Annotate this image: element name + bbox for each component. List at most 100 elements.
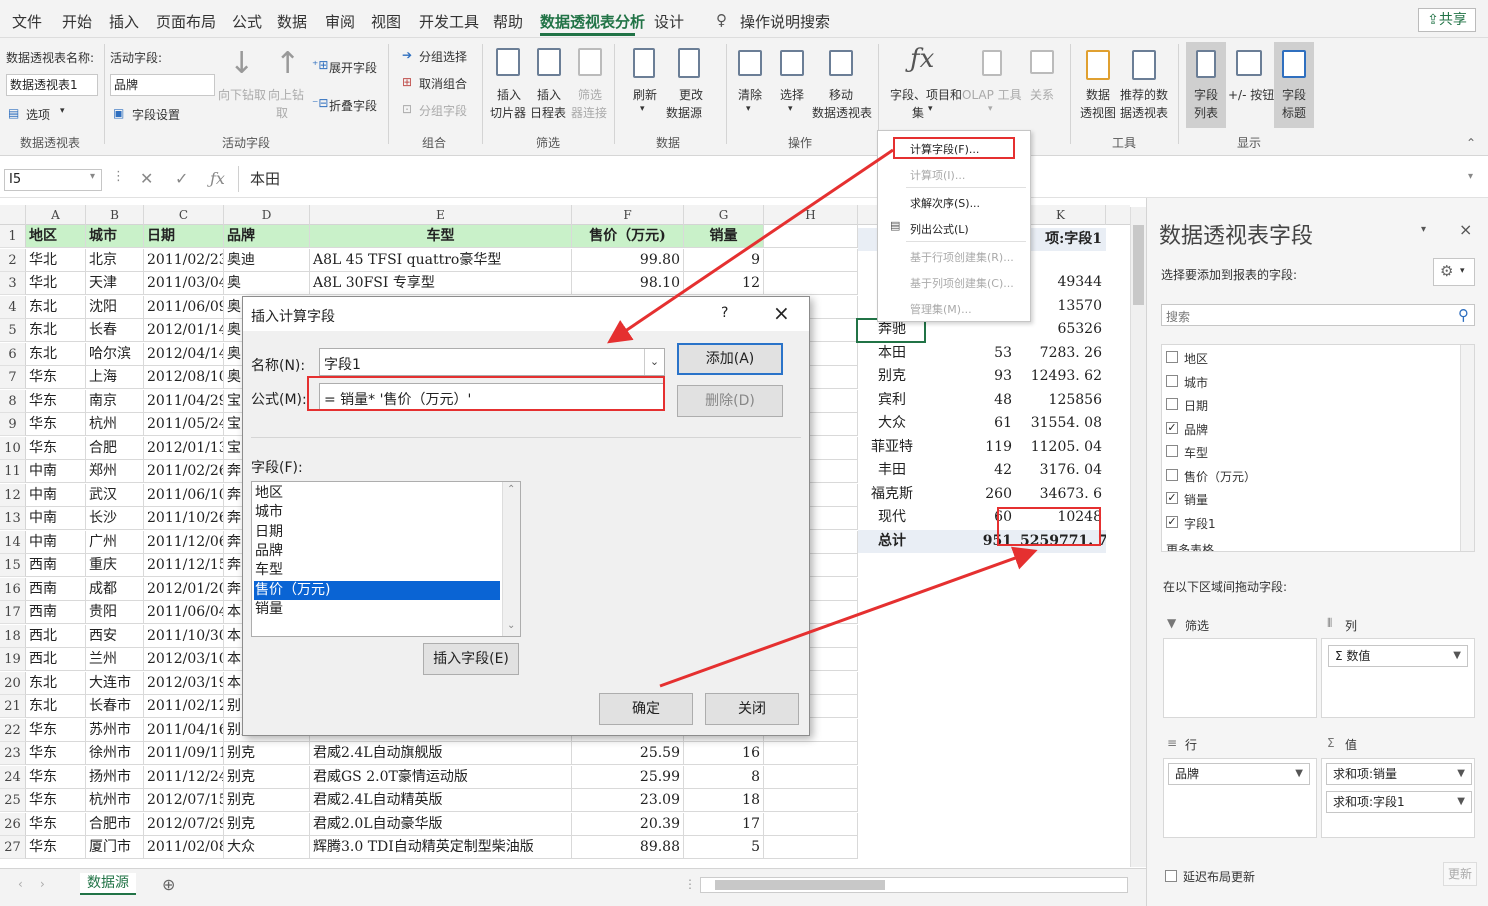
cell[interactable]: 天津 [86,272,144,295]
cell[interactable]: 合肥 [86,436,144,460]
pivot-row-qty[interactable]: 48 [926,389,1016,412]
cell[interactable]: 东北 [26,342,86,366]
pivot-row-sum[interactable]: 3176. 04 [1016,459,1106,482]
field-search-input[interactable]: 搜索 ⚲ [1161,304,1475,326]
cell[interactable]: 华东 [26,765,86,789]
relationships-button[interactable]: 关系 [1030,86,1054,103]
cell[interactable]: 成都 [86,577,144,601]
cell[interactable]: 华北 [26,272,86,295]
row-header[interactable]: 11 [0,460,26,483]
pivot-row-qty[interactable]: 60 [926,506,1016,529]
pivot-row-sum[interactable]: 12493. 62 [1016,365,1106,388]
row-header[interactable]: 6 [0,342,26,366]
cell[interactable]: 品牌 [224,225,310,248]
cell[interactable]: 华东 [26,718,86,742]
cell[interactable]: 2011/09/11 [144,742,224,765]
pivot-row-brand[interactable]: 宾利 [858,389,926,412]
cell[interactable]: 城市 [86,225,144,248]
column-header[interactable]: A [26,205,86,225]
share-button[interactable]: ⇪共享 [1418,8,1476,32]
cell[interactable]: 南京 [86,389,144,413]
scroll-up-icon[interactable]: ⌃ [507,484,515,495]
row-header[interactable]: 8 [0,389,26,413]
next-sheet-icon[interactable]: › [40,877,45,891]
pivot-row-sum[interactable]: 125856 [1016,389,1106,412]
field-checkbox[interactable]: ✓ [1166,515,1178,528]
cell[interactable]: A8L 30FSI 专享型 [310,272,572,295]
cell[interactable]: 25.59 [572,742,684,765]
cell[interactable]: 杭州市 [86,789,144,812]
cell[interactable]: 23.09 [572,789,684,812]
cell[interactable]: 合肥市 [86,812,144,836]
cell[interactable]: 华北 [26,248,86,272]
group-field-button[interactable]: 分组字段 [419,102,467,119]
drill-down-button[interactable]: 向下钻取 [218,86,266,103]
row-header[interactable]: 20 [0,671,26,695]
cell[interactable]: 西北 [26,648,86,671]
cell[interactable]: 2011/02/12 [144,695,224,718]
cell[interactable]: 君威2.0L自动豪华版 [310,812,572,836]
row-header[interactable]: 14 [0,530,26,554]
row-header[interactable]: 4 [0,295,26,319]
cell[interactable]: 日期 [144,225,224,248]
pivot-row-brand[interactable]: 丰田 [858,459,926,482]
column-header[interactable]: E [310,205,572,225]
cell[interactable]: 长春市 [86,695,144,718]
tab-page-layout[interactable]: 页面布局 [156,11,216,32]
pivot-row-sum[interactable]: 11205. 04 [1016,436,1106,459]
cell[interactable]: 2011/12/06 [144,530,224,554]
cell[interactable]: 89.88 [572,836,684,859]
tab-home[interactable]: 开始 [62,11,92,32]
cell[interactable]: 奥迪 [224,248,310,272]
insert-timeline-button[interactable]: 插入 [537,86,561,103]
collapse-field-button[interactable]: 折叠字段 [329,97,377,114]
field-checkbox[interactable] [1166,398,1178,410]
row-header[interactable]: 1 [0,225,26,248]
cell[interactable]: 别克 [224,765,310,789]
pivot-row-brand[interactable]: 福克斯 [858,483,926,506]
cell[interactable]: 5 [684,836,764,859]
cell[interactable]: 君威2.4L自动旗舰版 [310,742,572,765]
field-list-scrollbar[interactable] [1460,345,1474,551]
cell[interactable]: 长春 [86,319,144,342]
cell[interactable]: 华东 [26,742,86,765]
cell[interactable]: 2012/01/14 [144,319,224,342]
cell[interactable]: 2012/03/19 [144,671,224,695]
filter-connections-button[interactable]: 筛选 [578,86,602,103]
cell[interactable]: 华东 [26,836,86,859]
cell[interactable]: 12 [684,272,764,295]
pivot-row-qty[interactable]: 61 [926,412,1016,435]
cell[interactable]: 东北 [26,295,86,319]
cell[interactable]: 长沙 [86,507,144,530]
pivot-row-sum[interactable]: 34673. 6 [1016,483,1106,506]
cancel-icon[interactable]: ✕ [140,169,153,188]
cell[interactable]: 华东 [26,366,86,389]
cell[interactable] [764,225,858,248]
insert-slicer-button[interactable]: 插入 [497,86,521,103]
pivot-row-sum[interactable]: 10248 [1016,506,1106,529]
cell[interactable]: 大众 [224,836,310,859]
cell[interactable]: 北京 [86,248,144,272]
cell[interactable]: 2011/05/24 [144,413,224,436]
recommended-pivot-button[interactable]: 推荐的数 [1120,86,1168,103]
row-header[interactable]: 27 [0,836,26,859]
cell[interactable]: 中南 [26,483,86,507]
menu-item-list-formulas[interactable]: 列出公式(L) [910,221,969,237]
row-header[interactable]: 26 [0,812,26,836]
close-button[interactable]: 关闭 [705,693,799,725]
cell[interactable]: 车型 [310,225,572,248]
update-button[interactable]: 更新 [1443,862,1477,886]
pivotchart-button[interactable]: 数据 [1086,86,1110,103]
field-list-button[interactable]: 字段 [1194,86,1218,103]
field-list-item[interactable]: 售价（万元) [254,580,500,600]
cell[interactable]: 重庆 [86,554,144,577]
column-header[interactable]: B [86,205,144,225]
defer-update-checkbox[interactable] [1165,870,1177,882]
field-checkbox[interactable] [1166,351,1178,363]
cell[interactable]: 华东 [26,389,86,413]
cell[interactable] [764,742,858,765]
formula-input[interactable]: 本田 [250,168,280,189]
fields-items-sets-button[interactable]: 字段、项目和 [890,86,962,103]
field-checkbox[interactable] [1166,468,1178,481]
options-button[interactable]: 选项 [26,106,50,123]
